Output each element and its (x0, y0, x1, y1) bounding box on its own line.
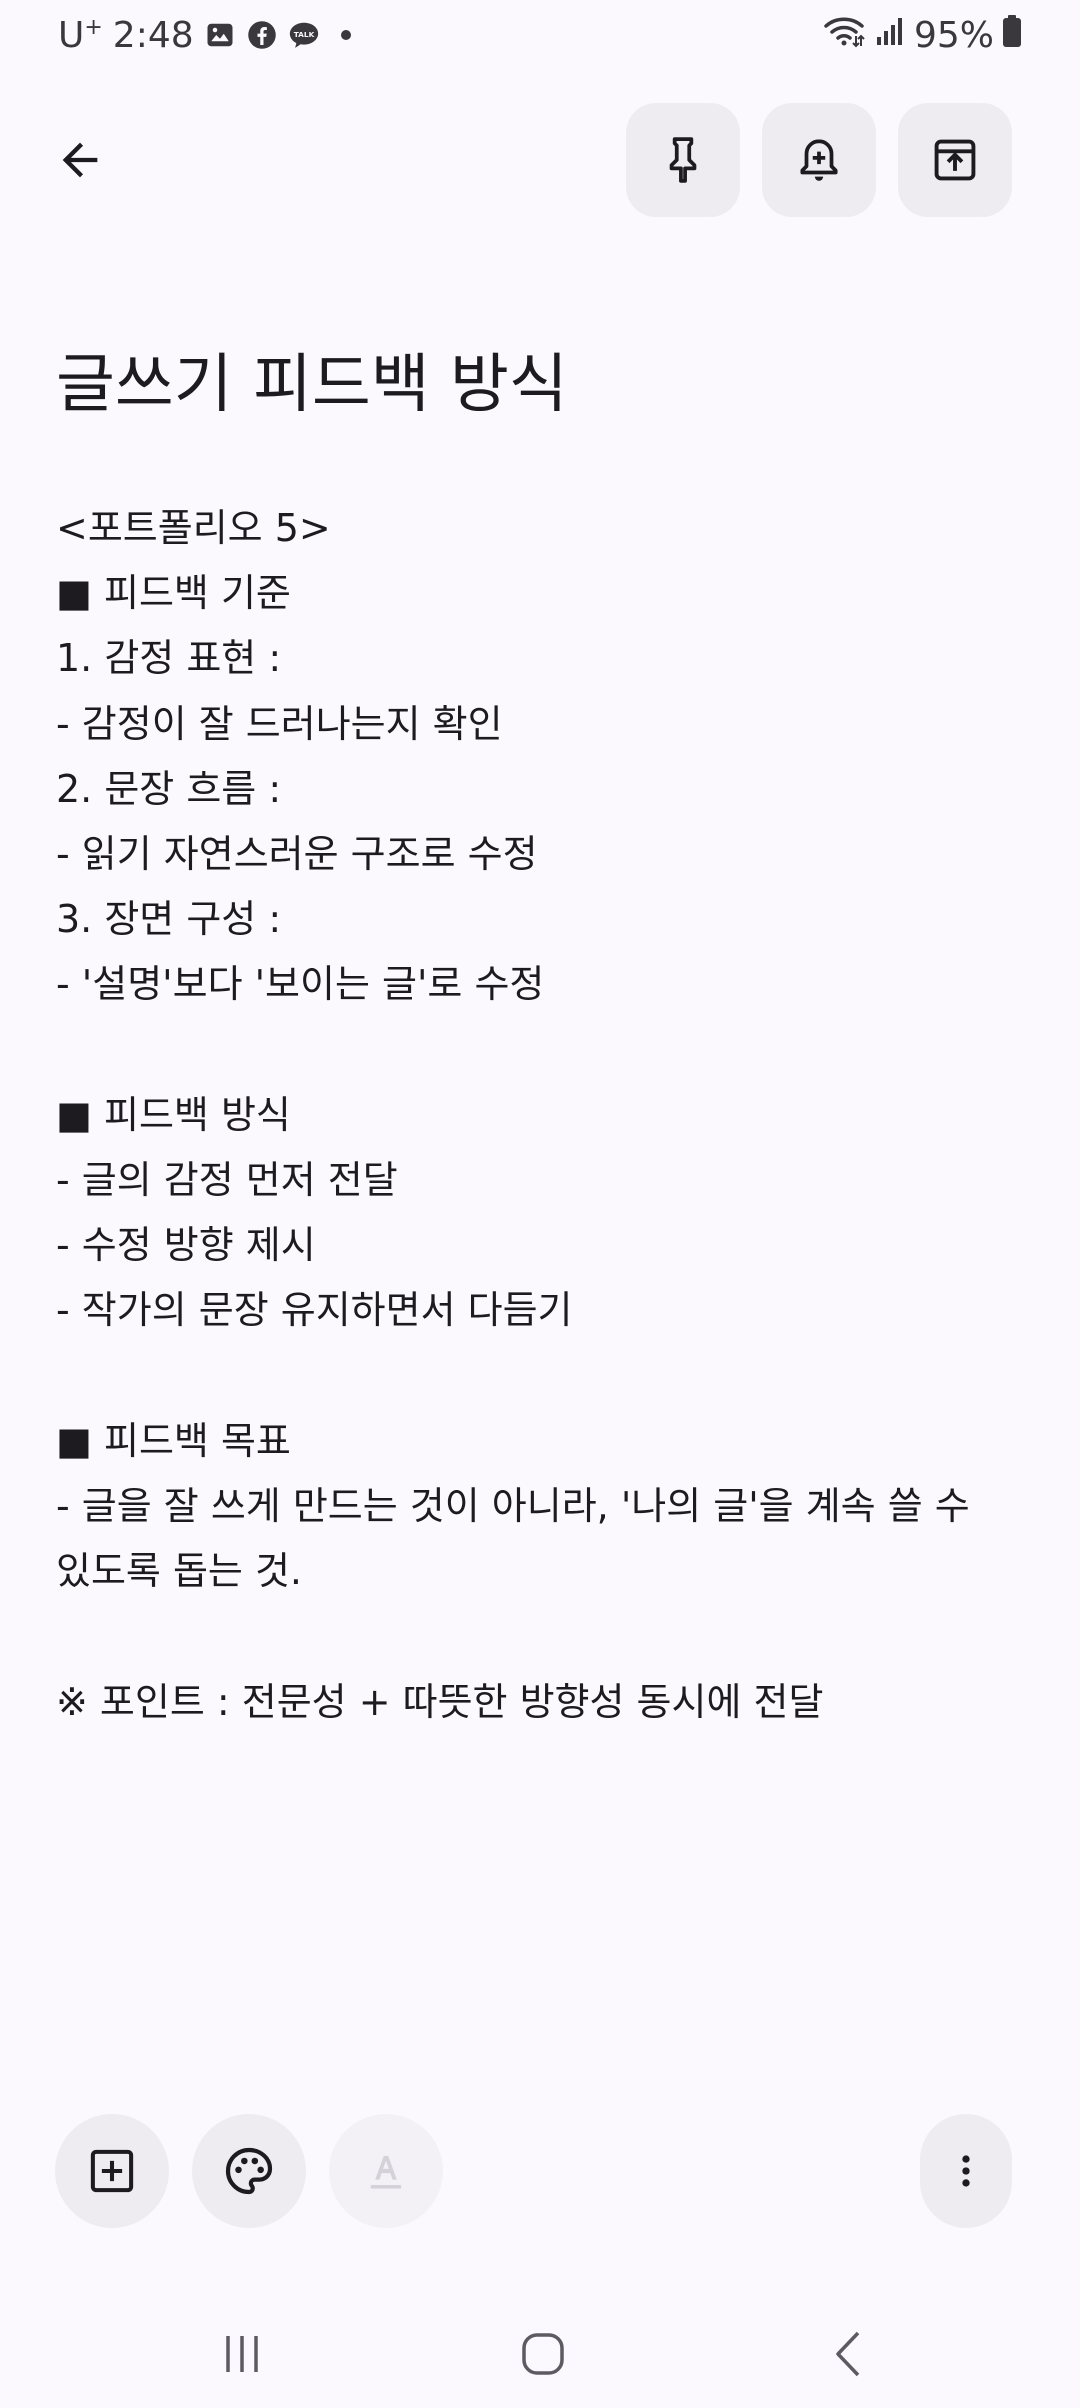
text-format-icon (370, 2155, 402, 2189)
status-bar: U+ 2:48 TALK 95% (0, 0, 1080, 70)
archive-icon (934, 139, 976, 181)
carrier-label: U+ (58, 14, 103, 56)
pin-button[interactable] (626, 103, 740, 217)
back-icon (836, 2331, 860, 2377)
notification-dot-icon (330, 19, 362, 51)
note-body[interactable]: <포트폴리오 5> ■ 피드백 기준 1. 감정 표현 : - 감정이 잘 드러… (56, 496, 1020, 1735)
add-box-icon (90, 2149, 134, 2193)
background-options-button[interactable] (192, 2114, 306, 2228)
status-bar-left: U+ 2:48 TALK (58, 12, 362, 58)
recents-button[interactable] (202, 2322, 282, 2386)
more-vert-icon (962, 2155, 970, 2187)
home-icon (522, 2333, 564, 2375)
status-time: 2:48 (112, 14, 194, 56)
back-button[interactable] (40, 120, 120, 200)
reminder-bell-icon (800, 139, 838, 181)
note-title[interactable]: 글쓰기 피드백 방식 (56, 340, 1016, 430)
signal-icon (874, 15, 906, 56)
system-navigation-bar (0, 2300, 1080, 2408)
back-arrow-icon (62, 142, 98, 178)
system-back-button[interactable] (808, 2322, 888, 2386)
home-button[interactable] (503, 2322, 583, 2386)
gallery-icon (204, 19, 236, 51)
svg-text:TALK: TALK (293, 30, 314, 39)
battery-icon (1002, 14, 1022, 57)
more-options-button[interactable] (920, 2114, 1012, 2228)
palette-icon (225, 2147, 273, 2195)
facebook-icon (246, 19, 278, 51)
status-bar-right: 95% (822, 12, 1022, 58)
reminder-button[interactable] (762, 103, 876, 217)
text-format-button[interactable] (329, 2114, 443, 2228)
kakaotalk-icon: TALK (288, 19, 320, 51)
archive-button[interactable] (898, 103, 1012, 217)
wifi-icon (822, 14, 866, 57)
add-content-button[interactable] (55, 2114, 169, 2228)
recents-icon (226, 2336, 258, 2372)
pin-icon (669, 137, 697, 183)
battery-label: 95% (913, 14, 994, 56)
